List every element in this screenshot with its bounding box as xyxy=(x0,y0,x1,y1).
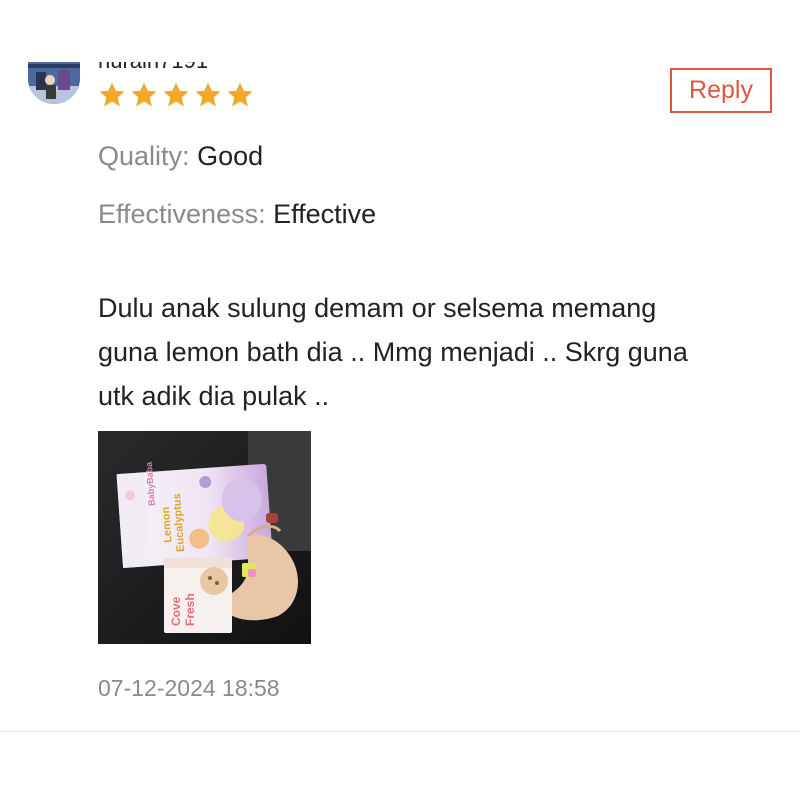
comment-line: utk adik dia pulak .. xyxy=(98,381,330,411)
attribute-key: Quality: xyxy=(98,141,190,171)
star-icon xyxy=(193,80,223,110)
comment-line: Dulu anak sulung demam or selsema memang xyxy=(98,293,657,323)
star-icon xyxy=(129,80,159,110)
username-clip: nurain7191 xyxy=(98,62,258,72)
attribute-value: Effective xyxy=(273,199,377,229)
review-photo[interactable]: BabyBaba Lemon Eucalyptus Cove Fresh xyxy=(98,431,311,644)
avatar[interactable] xyxy=(28,62,80,104)
review-comment: Dulu anak sulung demam or selsema memang… xyxy=(98,286,788,418)
attribute-value: Good xyxy=(197,141,264,171)
attribute-quality: Quality: Good xyxy=(98,141,263,172)
star-icon xyxy=(97,80,127,110)
star-rating xyxy=(97,80,255,110)
star-icon xyxy=(225,80,255,110)
star-icon xyxy=(161,80,191,110)
reviewer-username: nurain7191 xyxy=(98,62,208,72)
attribute-key: Effectiveness: xyxy=(98,199,266,229)
comment-line: guna lemon bath dia .. Mmg menjadi .. Sk… xyxy=(98,337,688,367)
attribute-effectiveness: Effectiveness: Effective xyxy=(98,199,376,230)
divider xyxy=(0,731,800,732)
small-box-title-text: Fresh xyxy=(183,593,197,626)
review-timestamp: 07-12-2024 18:58 xyxy=(98,675,280,701)
small-box-title-text: Cove xyxy=(169,596,183,626)
reply-button[interactable]: Reply xyxy=(670,68,772,113)
